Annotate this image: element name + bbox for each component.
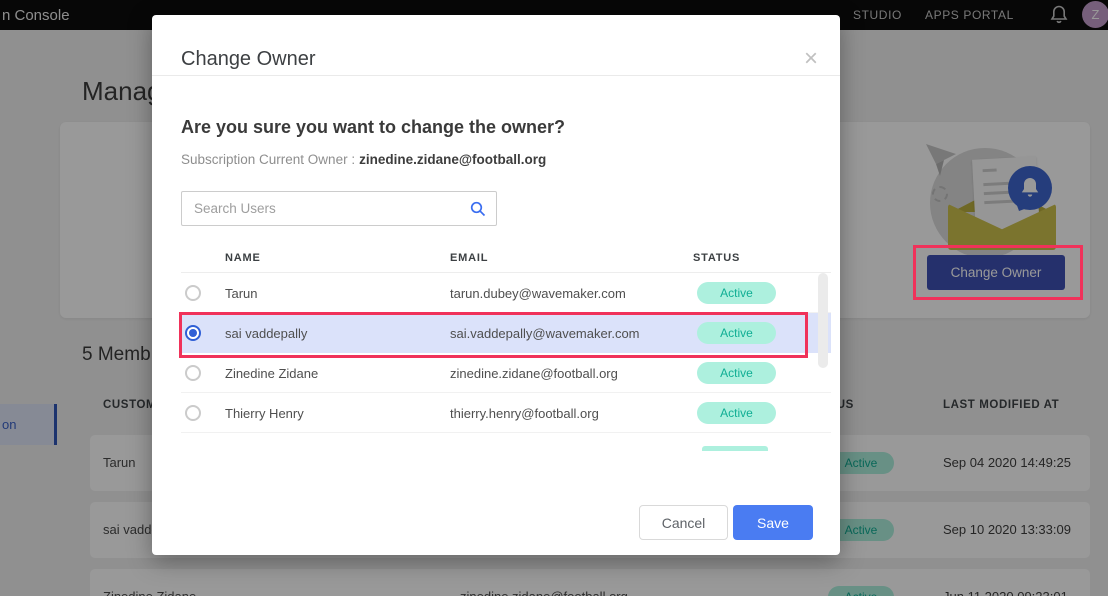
cancel-button[interactable]: Cancel	[639, 505, 728, 540]
user-email: thierry.henry@football.org	[450, 406, 599, 421]
search-icon[interactable]	[470, 201, 486, 222]
user-row[interactable]: Tarun tarun.dubey@wavemaker.com Active	[181, 273, 831, 313]
user-row[interactable]: Thierry Henry thierry.henry@football.org…	[181, 393, 831, 433]
user-name: Zinedine Zidane	[225, 366, 318, 381]
users-column-status: STATUS	[693, 252, 740, 264]
confirmation-question: Are you sure you want to change the owne…	[181, 117, 565, 138]
close-icon[interactable]: ×	[804, 47, 818, 71]
user-name: Thierry Henry	[225, 406, 304, 421]
user-email: tarun.dubey@wavemaker.com	[450, 286, 626, 301]
status-badge: Active	[697, 402, 776, 424]
radio-unselected[interactable]	[185, 285, 201, 301]
search-input[interactable]	[194, 192, 464, 225]
header-divider	[152, 75, 840, 76]
users-column-email: EMAIL	[450, 252, 488, 264]
change-owner-dialog: Change Owner × Are you sure you want to …	[152, 15, 840, 555]
highlight-box-selected-row	[179, 312, 808, 358]
highlight-box-change-owner-button	[913, 245, 1083, 300]
users-column-name: NAME	[225, 252, 261, 264]
list-scrollbar-thumb[interactable]	[818, 273, 828, 368]
user-row[interactable]: Zinedine Zidane zinedine.zidane@football…	[181, 353, 831, 393]
next-row-badge-sliver	[702, 446, 768, 451]
dialog-title: Change Owner	[181, 48, 316, 71]
user-email: zinedine.zidane@football.org	[450, 366, 618, 381]
save-button[interactable]: Save	[733, 505, 813, 540]
status-badge: Active	[697, 282, 776, 304]
current-owner-label: Subscription Current Owner :	[181, 152, 355, 167]
current-owner-email: zinedine.zidane@football.org	[359, 152, 546, 167]
user-name: Tarun	[225, 286, 258, 301]
radio-unselected[interactable]	[185, 405, 201, 421]
current-owner-line: Subscription Current Owner : zinedine.zid…	[181, 152, 546, 167]
radio-unselected[interactable]	[185, 365, 201, 381]
search-box	[181, 191, 497, 226]
status-badge: Active	[697, 362, 776, 384]
